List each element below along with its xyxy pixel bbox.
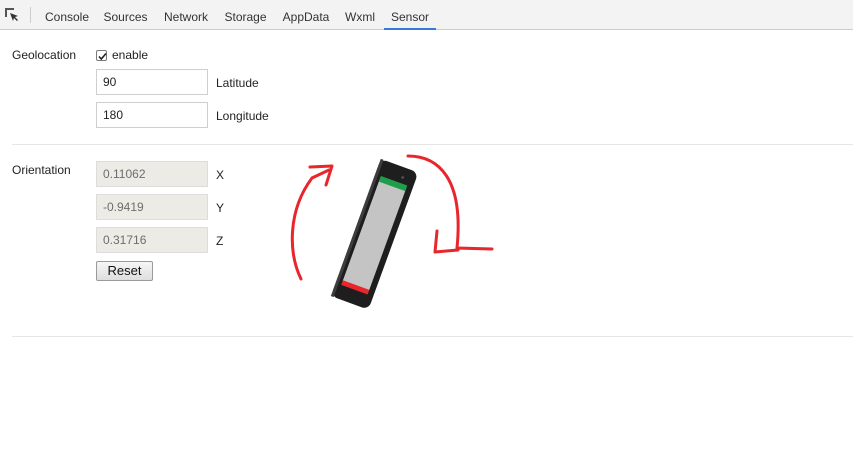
longitude-input[interactable]	[96, 102, 208, 128]
orientation-label: Orientation	[12, 163, 71, 177]
orientation-y-field	[96, 194, 208, 220]
devtools-toolbar: Console Sources Network Storage AppData …	[0, 0, 853, 30]
rotate-arrow-left-icon	[290, 168, 331, 281]
toolbar-separator	[30, 7, 31, 23]
tab-network[interactable]: Network	[158, 0, 214, 29]
latitude-label: Latitude	[216, 76, 259, 90]
rotated-phone-icon	[330, 158, 417, 308]
orientation-z-field	[96, 227, 208, 253]
orientation-visual[interactable]	[280, 150, 500, 320]
tab-storage[interactable]: Storage	[220, 0, 271, 29]
orientation-y-label: Y	[216, 201, 225, 215]
orientation-x-label: X	[216, 168, 225, 182]
tab-sensor[interactable]: Sensor	[384, 0, 436, 30]
tab-appdata[interactable]: AppData	[277, 0, 335, 29]
orientation-z-label: Z	[216, 234, 224, 248]
tab-sources[interactable]: Sources	[99, 0, 152, 29]
geolocation-enable-checkbox[interactable]	[96, 50, 107, 61]
checkmark-icon	[98, 52, 107, 61]
rotate-arrow-right-icon	[406, 154, 494, 251]
longitude-label: Longitude	[216, 109, 269, 123]
tab-wxml[interactable]: Wxml	[341, 0, 379, 29]
latitude-input[interactable]	[96, 69, 208, 95]
geolocation-label: Geolocation	[12, 48, 77, 62]
orientation-x-field	[96, 161, 208, 187]
geolocation-enable-label[interactable]: enable	[112, 48, 148, 62]
element-select-icon[interactable]	[4, 7, 20, 23]
section-divider	[12, 336, 853, 337]
reset-button[interactable]: Reset	[96, 261, 153, 281]
tab-console[interactable]: Console	[41, 0, 93, 29]
section-divider	[12, 144, 853, 145]
